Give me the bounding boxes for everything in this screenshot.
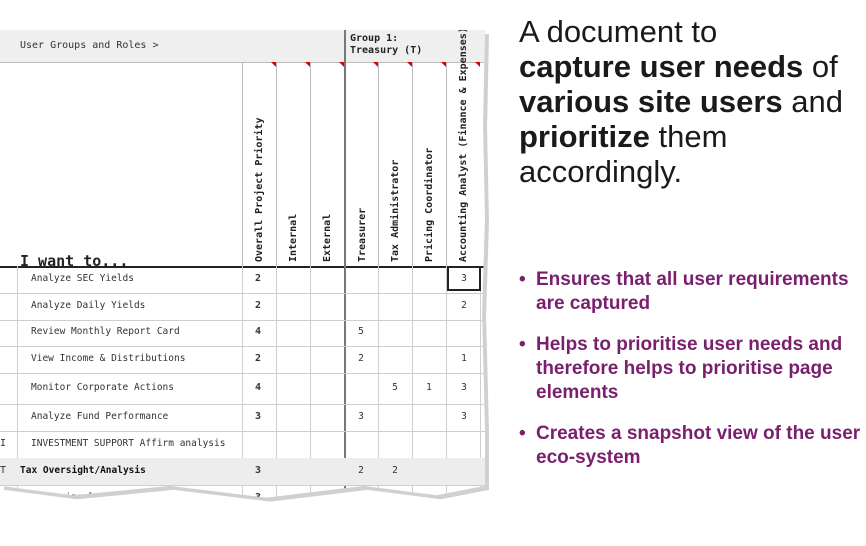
bullet-item: Ensures that all user requirements are c… [519,268,864,316]
title-bold-1: capture user needs [519,49,804,84]
title-text-1: A document to [519,14,718,49]
role-priority-value[interactable]: 2 [456,300,472,311]
row-group-marker: T [0,465,7,476]
title-bold-3: prioritize [519,119,650,154]
column-header-label: Pricing Coordinator [424,147,435,262]
column-header: Accounting Analyst (Finance & Expenses) [446,30,481,266]
table-row[interactable]: I INVESTMENT SUPPORT Affirm analysis [0,431,485,459]
user-groups-header: User Groups and Roles > [0,30,344,63]
row-label: Tax Oversight/Analysis [20,465,146,476]
column-header: Pricing Coordinator [412,62,447,266]
bullet-item: Creates a snapshot view of the user eco-… [519,422,864,470]
column-header: Overall Project Priority [242,62,277,266]
title-bold-2: various site users [519,84,783,119]
selected-cell[interactable] [447,266,481,291]
priority-value[interactable]: 3 [250,465,266,476]
bullet-list: Ensures that all user requirements are c… [519,268,864,487]
priority-value[interactable]: 3 [250,411,266,422]
table-row[interactable]: Monitor Corporate Actions 4 5 1 3 [0,373,485,405]
column-header-label: Internal [288,213,299,262]
priority-value[interactable]: 2 [250,300,266,311]
column-header: External [310,62,345,266]
title-text-3: and [782,84,843,119]
row-label: Analyze Daily Yields [31,300,146,311]
role-priority-value[interactable]: 1 [421,382,437,393]
column-header-label: Treasurer [357,207,368,262]
user-groups-label: User Groups and Roles > [20,40,159,51]
column-header-label: Tax Administrator [390,159,401,262]
column-header-label: External [322,213,333,262]
role-priority-value[interactable]: 2 [353,465,369,476]
role-priority-value[interactable]: 2 [387,465,403,476]
role-priority-value[interactable]: 5 [387,382,403,393]
table-row[interactable]: Analyze Fund Performance 3 3 3 [0,404,485,432]
role-priority-value[interactable]: 3 [456,382,472,393]
row-label: INVESTMENT SUPPORT Affirm analysis [31,438,226,449]
role-priority-value[interactable]: 3 [353,411,369,422]
table-row[interactable]: T Tax Oversight/Analysis 3 2 2 [0,458,485,486]
bullet-item: Helps to prioritise user needs and there… [519,333,864,405]
column-header: Tax Administrator [378,62,413,266]
row-group-marker: I [0,438,7,449]
title-text-2: of [803,49,838,84]
row-label: Monitor Corporate Actions [31,382,174,393]
role-priority-value[interactable]: 1 [456,353,472,364]
group-label-line2: Treasury (T) [350,45,423,56]
requirements-spreadsheet: User Groups and Roles > Group 1: Treasur… [0,30,485,498]
column-header: Treasurer [344,62,380,266]
slide-title: A document to capture user needs of vari… [519,14,864,189]
column-header-label: Accounting Analyst (Finance & Expenses) [458,30,469,262]
row-label: Analyze Fund Performance [31,411,169,422]
column-header-label: Overall Project Priority [254,117,265,263]
role-priority-value[interactable]: 2 [353,353,369,364]
column-header: Internal [276,62,311,266]
table-row[interactable]: Analyze SEC Yields 2 3 [0,266,485,294]
role-priority-value[interactable]: 3 [456,411,472,422]
priority-value[interactable]: 4 [250,382,266,393]
priority-value[interactable]: 2 [250,273,266,284]
table-row[interactable]: View Income & Distributions 2 2 1 [0,346,485,374]
priority-value[interactable]: 2 [250,353,266,364]
row-label: Analyze SEC Yields [31,273,134,284]
comment-marker[interactable] [475,62,480,67]
role-priority-value[interactable]: 5 [353,326,369,337]
group-label-line1: Group 1: [350,33,399,44]
table-row[interactable]: Analyze Daily Yields 2 2 [0,293,485,321]
row-label: Review Monthly Report Card [31,326,180,337]
priority-value[interactable]: 4 [250,326,266,337]
row-label: View Income & Distributions [31,353,186,364]
table-row[interactable]: Review Monthly Report Card 4 5 [0,320,485,347]
